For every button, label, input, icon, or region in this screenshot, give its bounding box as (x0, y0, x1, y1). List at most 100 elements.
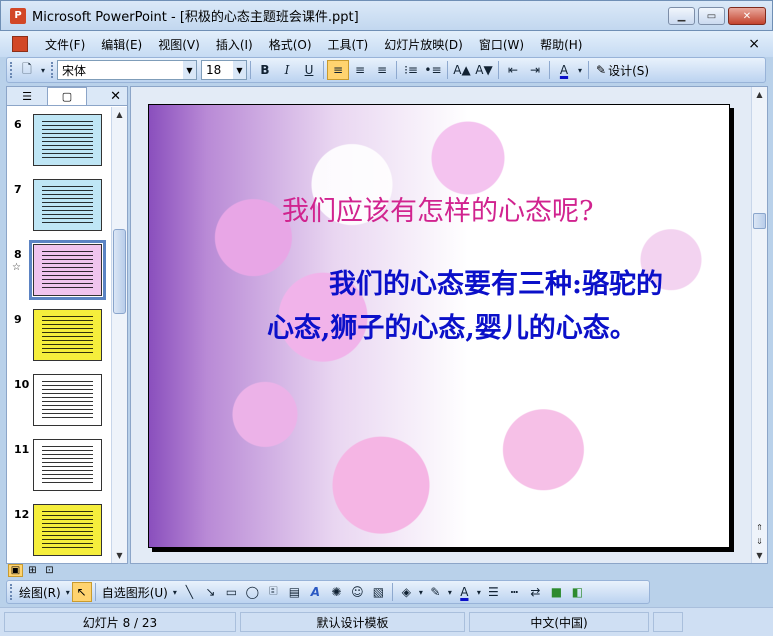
menu-item-5[interactable]: 工具(T) (320, 36, 377, 53)
slide-thumbnail[interactable] (33, 179, 102, 231)
scroll-down-icon[interactable]: ▼ (112, 548, 127, 563)
arrow-icon[interactable]: ↘ (200, 582, 221, 602)
scroll-thumb[interactable] (113, 229, 126, 314)
italic-button[interactable]: I (276, 60, 298, 80)
menu-item-4[interactable]: 格式(O) (261, 36, 320, 53)
close-button[interactable]: ✕ (728, 7, 766, 25)
line-color-icon[interactable]: ✎ (425, 582, 446, 602)
align-right-icon[interactable]: ≡ (371, 60, 393, 80)
close-icon[interactable]: ✕ (110, 89, 121, 104)
thumbnail-text-lines (42, 446, 93, 484)
design-button[interactable]: ✎ 设计(S) (592, 62, 653, 79)
slide-thumbnail[interactable] (33, 309, 102, 361)
vertical-textbox-icon[interactable]: ▤ (284, 582, 305, 602)
font-color-icon[interactable]: A (454, 582, 475, 602)
underline-button[interactable]: U (298, 60, 320, 80)
bold-button[interactable]: B (254, 60, 276, 80)
slides-scrollbar[interactable]: ▲ ▼ (111, 107, 127, 563)
chevron-down-icon[interactable]: ▾ (64, 582, 72, 602)
menu-item-0[interactable]: 文件(F) (37, 36, 93, 53)
next-slide-icon[interactable]: ⇓ (752, 534, 767, 549)
previous-slide-icon[interactable]: ⇑ (752, 520, 767, 535)
increase-indent-icon[interactable]: ⇥ (524, 60, 546, 80)
chevron-down-icon[interactable]: ▾ (446, 582, 454, 602)
slide-thumbnail[interactable] (29, 240, 106, 300)
line-style-icon[interactable]: ☰ (483, 582, 504, 602)
scroll-thumb[interactable] (753, 213, 766, 229)
toolbar-grip[interactable] (10, 62, 13, 78)
slide-body-text[interactable]: 我们的心态要有三种:骆驼的心态,狮子的心态,婴儿的心态。 (267, 263, 687, 351)
maximize-button[interactable]: ▭ (698, 7, 725, 25)
slide-thumbnail-row[interactable]: 12 (7, 504, 111, 562)
fill-color-icon[interactable]: ◈ (396, 582, 417, 602)
menu-item-7[interactable]: 窗口(W) (471, 36, 532, 53)
current-slide[interactable]: 我们应该有怎样的心态呢? 我们的心态要有三种:骆驼的心态,狮子的心态,婴儿的心态… (148, 104, 730, 548)
chevron-down-icon[interactable]: ▾ (38, 60, 48, 80)
slide-thumbnail[interactable] (33, 374, 102, 426)
chevron-down-icon[interactable]: ▾ (575, 60, 585, 80)
scroll-down-icon[interactable]: ▼ (752, 548, 767, 563)
slide-thumbnail[interactable] (33, 114, 102, 166)
textbox-icon[interactable]: 🗉 (263, 582, 284, 602)
slide-thumbnail-row[interactable]: 11 (7, 439, 111, 497)
slide-thumbnail[interactable] (33, 504, 102, 556)
slide-thumbnail[interactable] (33, 439, 102, 491)
animation-star-icon[interactable]: ☆ (12, 262, 21, 273)
arrow-style-icon[interactable]: ⇄ (525, 582, 546, 602)
chevron-down-icon[interactable]: ▼ (233, 61, 246, 79)
dash-style-icon[interactable]: ┅ (504, 582, 525, 602)
select-objects-icon[interactable]: ↖ (71, 582, 92, 602)
scroll-up-icon[interactable]: ▲ (752, 87, 767, 102)
picture-icon[interactable]: ▧ (368, 582, 389, 602)
bulleted-list-icon[interactable]: •≡ (422, 60, 444, 80)
decrease-font-icon[interactable]: A▼ (473, 60, 495, 80)
autoshapes-button[interactable]: 自选图形(U) (99, 584, 171, 601)
toolbar-grip[interactable] (10, 584, 13, 600)
chevron-down-icon[interactable]: ▾ (171, 582, 179, 602)
shadow-icon[interactable]: ■ (546, 582, 567, 602)
chevron-down-icon[interactable]: ▼ (183, 61, 196, 79)
tab-slides[interactable]: ▢ (47, 87, 87, 105)
normal-view-icon[interactable]: ▣ (8, 564, 23, 577)
font-name-select[interactable]: 宋体 ▼ (57, 60, 197, 80)
increase-font-icon[interactable]: A▲ (451, 60, 473, 80)
scroll-up-icon[interactable]: ▲ (112, 107, 127, 122)
numbered-list-icon[interactable]: ⁝≡ (400, 60, 422, 80)
powerpoint-icon[interactable]: P (10, 7, 26, 24)
diagram-icon[interactable]: ✺ (326, 582, 347, 602)
font-color-icon[interactable]: A (553, 60, 575, 80)
slideshow-icon[interactable]: ⊡ (42, 564, 57, 577)
align-center-icon[interactable]: ≡ (349, 60, 371, 80)
slide-thumbnail-row[interactable]: 6 (7, 114, 111, 172)
tab-outline[interactable]: ☰ (7, 87, 47, 105)
chevron-down-icon[interactable]: ▾ (475, 582, 483, 602)
slide-thumbnail-row[interactable]: 10 (7, 374, 111, 432)
draw-menu-button[interactable]: 绘图(R) (16, 584, 64, 601)
editor-scrollbar[interactable]: ▲ ⇑ ⇓ ▼ (751, 87, 767, 563)
font-size-select[interactable]: 18 ▼ (201, 60, 247, 80)
slide-thumbnail-row[interactable]: 8 ☆ (7, 240, 111, 302)
new-slide-icon[interactable]: 🗋 (16, 60, 38, 80)
menu-item-8[interactable]: 帮助(H) (532, 36, 590, 53)
chevron-down-icon[interactable]: ▾ (417, 582, 425, 602)
minimize-button[interactable]: ▁ (668, 7, 695, 25)
slide-thumbnail-row[interactable]: 9 (7, 309, 111, 367)
document-icon[interactable] (12, 36, 28, 52)
menu-item-1[interactable]: 编辑(E) (93, 36, 150, 53)
3d-style-icon[interactable]: ◧ (567, 582, 588, 602)
slide-sorter-icon[interactable]: ⊞ (25, 564, 40, 577)
rectangle-icon[interactable]: ▭ (221, 582, 242, 602)
slide-title[interactable]: 我们应该有怎样的心态呢? (282, 189, 593, 228)
toolbar-grip[interactable] (51, 62, 54, 78)
line-icon[interactable]: ╲ (179, 582, 200, 602)
clipart-icon[interactable]: ☺ (347, 582, 368, 602)
decrease-indent-icon[interactable]: ⇤ (502, 60, 524, 80)
menu-item-6[interactable]: 幻灯片放映(D) (376, 36, 471, 53)
align-left-icon[interactable]: ≡ (327, 60, 349, 80)
oval-icon[interactable]: ◯ (242, 582, 263, 602)
wordart-icon[interactable]: A (305, 582, 326, 602)
menu-item-2[interactable]: 视图(V) (150, 36, 208, 53)
slide-thumbnail-row[interactable]: 7 (7, 179, 111, 237)
menu-item-3[interactable]: 插入(I) (208, 36, 261, 53)
document-close-icon[interactable]: × (748, 36, 760, 52)
